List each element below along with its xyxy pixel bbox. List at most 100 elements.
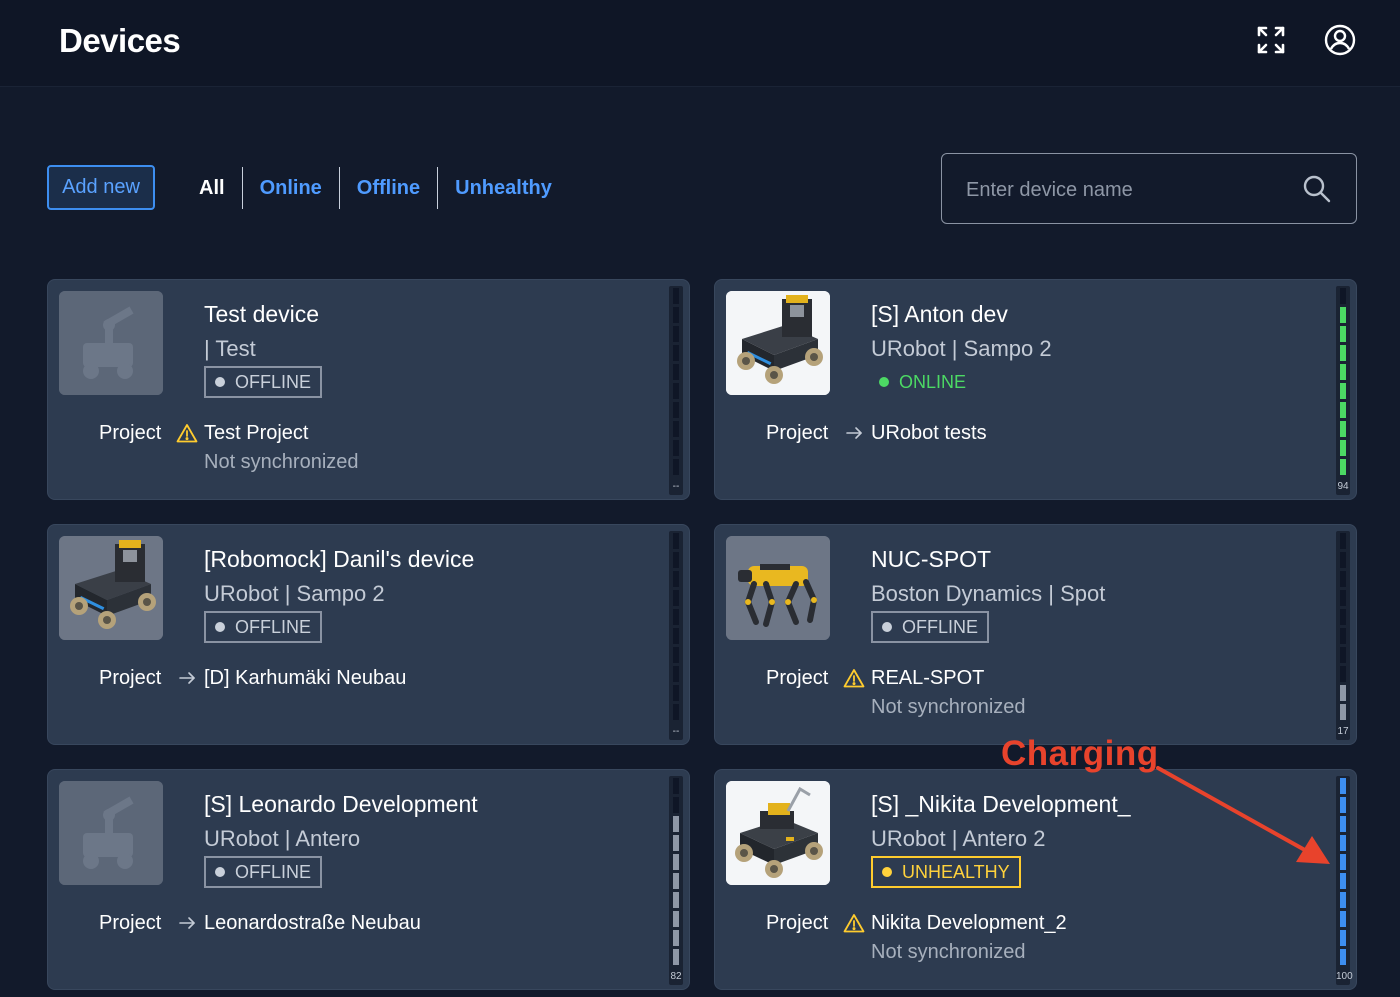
status-text: UNHEALTHY	[902, 861, 1010, 882]
device-card[interactable]: [S] Leonardo Development URobot | Antero…	[47, 769, 690, 990]
project-name[interactable]: URobot tests	[871, 422, 987, 445]
warning-icon	[171, 422, 203, 444]
project-name[interactable]: REAL-SPOT	[871, 667, 984, 690]
project-name[interactable]: [D] Karhumäki Neubau	[204, 667, 406, 690]
battery-segment	[673, 704, 679, 720]
sync-status: Not synchronized	[871, 696, 1026, 718]
device-search	[941, 153, 1357, 224]
battery-segment	[1340, 685, 1346, 701]
battery-segment	[1340, 949, 1346, 965]
battery-segment	[1340, 326, 1346, 342]
battery-segment	[673, 816, 679, 832]
status-dot	[879, 377, 889, 387]
battery-segment	[1340, 421, 1346, 437]
project-name[interactable]: Nikita Development_2	[871, 912, 1067, 935]
battery-segment	[1340, 590, 1346, 606]
device-name[interactable]: [Robomock] Danil's device	[204, 546, 474, 573]
battery-indicator: 17	[1336, 531, 1350, 740]
battery-segment	[673, 383, 679, 399]
battery-segment	[1340, 704, 1346, 720]
battery-segment	[673, 609, 679, 625]
battery-segment	[673, 797, 679, 813]
battery-segment	[673, 930, 679, 946]
project-row: Project [D] Karhumäki Neubau	[99, 665, 406, 691]
arrow-right-icon	[838, 422, 870, 444]
battery-segment	[1340, 647, 1346, 663]
device-name[interactable]: Test device	[204, 301, 319, 328]
sync-status: Not synchronized	[204, 451, 359, 473]
fullscreen-icon[interactable]	[1253, 22, 1289, 58]
device-image-placeholder	[59, 291, 163, 395]
sync-status: Not synchronized	[871, 941, 1026, 963]
annotation-arrow-icon	[1156, 766, 1330, 864]
project-row: Project REAL-SPOT	[766, 665, 984, 691]
battery-segment	[1340, 873, 1346, 889]
device-card[interactable]: Test device | Test OFFLINE Project Test …	[47, 279, 690, 500]
project-name[interactable]: Test Project	[204, 422, 308, 445]
battery-segment	[673, 571, 679, 587]
status-dot	[215, 622, 225, 632]
battery-segment	[1340, 402, 1346, 418]
arrow-right-icon	[171, 667, 203, 689]
device-image-robot-dog	[726, 536, 830, 640]
battery-segment	[673, 421, 679, 437]
device-card[interactable]: [Robomock] Danil's device URobot | Sampo…	[47, 524, 690, 745]
device-card[interactable]: NUC-SPOT Boston Dynamics | Spot OFFLINE …	[714, 524, 1357, 745]
battery-segment	[673, 854, 679, 870]
battery-segment	[1340, 533, 1346, 549]
project-label: Project	[99, 421, 162, 444]
project-row: Project Test Project	[99, 420, 308, 446]
account-icon[interactable]	[1322, 22, 1358, 58]
filter-online[interactable]: Online	[243, 177, 339, 200]
battery-segment	[1340, 892, 1346, 908]
project-name[interactable]: Leonardostraße Neubau	[204, 912, 421, 935]
battery-segment	[1340, 854, 1346, 870]
status-badge: ONLINE	[871, 366, 975, 398]
battery-segment	[1340, 552, 1346, 568]
battery-segment	[673, 440, 679, 456]
filter-all[interactable]: All	[182, 177, 242, 200]
battery-segment	[673, 911, 679, 927]
device-card[interactable]: [S] Anton dev URobot | Sampo 2 ONLINE Pr…	[714, 279, 1357, 500]
status-badge: UNHEALTHY	[871, 856, 1021, 888]
battery-segment	[1340, 609, 1346, 625]
search-icon[interactable]	[1302, 174, 1332, 204]
device-name[interactable]: [S] Anton dev	[871, 301, 1008, 328]
battery-label: 17	[1337, 726, 1349, 737]
battery-segment	[1340, 930, 1346, 946]
battery-segment	[1340, 835, 1346, 851]
battery-segment	[1340, 345, 1346, 361]
filter-offline[interactable]: Offline	[340, 177, 437, 200]
add-new-button[interactable]: Add new	[47, 165, 155, 210]
device-model: URobot | Sampo 2	[204, 581, 385, 606]
battery-segment	[1340, 440, 1346, 456]
project-row: Project Nikita Development_2	[766, 910, 1067, 936]
battery-segment	[673, 552, 679, 568]
battery-segment	[1340, 816, 1346, 832]
status-text: OFFLINE	[235, 616, 312, 637]
device-name[interactable]: NUC-SPOT	[871, 546, 991, 573]
battery-segment	[1340, 459, 1346, 475]
device-name[interactable]: [S] _Nikita Development_	[871, 791, 1131, 818]
battery-label: 94	[1337, 481, 1349, 492]
device-model: URobot | Antero	[204, 826, 361, 851]
battery-segment	[673, 628, 679, 644]
project-row: Project Leonardostraße Neubau	[99, 910, 421, 936]
battery-segment	[1340, 571, 1346, 587]
battery-segment	[673, 590, 679, 606]
device-image-placeholder	[59, 781, 163, 885]
battery-label: --	[672, 481, 680, 492]
status-badge: OFFLINE	[204, 366, 323, 398]
device-image-antero-robot	[726, 781, 830, 885]
battery-segment	[673, 402, 679, 418]
battery-segment	[673, 835, 679, 851]
battery-segment	[1340, 911, 1346, 927]
search-input[interactable]	[964, 172, 1288, 208]
project-label: Project	[766, 911, 829, 934]
top-bar: Devices	[0, 0, 1400, 87]
filter-unhealthy[interactable]: Unhealthy	[438, 177, 569, 200]
battery-indicator: --	[669, 531, 683, 740]
device-name[interactable]: [S] Leonardo Development	[204, 791, 478, 818]
battery-segment	[673, 778, 679, 794]
device-image-mobile-robot	[726, 291, 830, 395]
